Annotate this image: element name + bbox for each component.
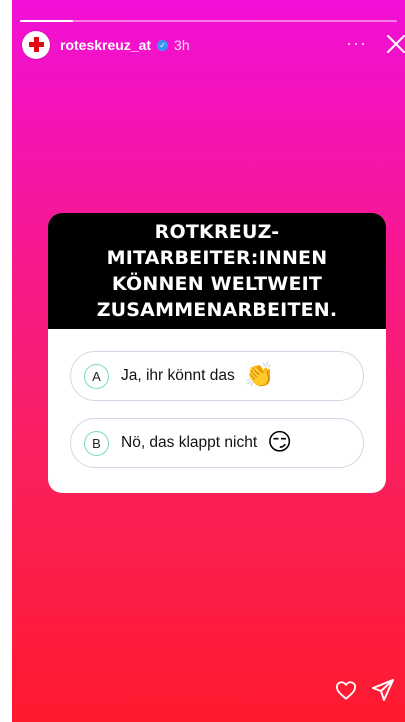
heart-icon[interactable]	[335, 680, 357, 705]
option-letter-badge: B	[84, 430, 109, 456]
red-cross-logo-bar	[28, 42, 44, 47]
username[interactable]: roteskreuz_at	[60, 37, 151, 53]
send-icon[interactable]	[371, 678, 395, 707]
close-icon[interactable]	[385, 30, 405, 56]
option-label: Nö, das klappt nicht	[121, 434, 258, 451]
quiz-option-a[interactable]: A Ja, ihr könnt das 👏	[70, 351, 364, 401]
option-label: Ja, ihr könnt das	[121, 367, 235, 384]
smirking-face-emoji: 😏	[267, 429, 293, 456]
clapping-hands-emoji: 👏	[244, 362, 275, 389]
story-viewer[interactable]: roteskreuz_at ✓ 3h ··· ROTKREUZ-MITARBEI…	[12, 0, 405, 722]
verified-badge-icon: ✓	[157, 39, 169, 51]
avatar[interactable]	[22, 31, 50, 59]
story-progress-fill	[20, 20, 73, 22]
story-actions	[315, 662, 405, 722]
quiz-sticker: ROTKREUZ-MITARBEITER:INNEN KÖNNEN WELTWE…	[48, 213, 386, 493]
quiz-option-b[interactable]: B Nö, das klappt nicht 😏	[70, 418, 364, 468]
quiz-options: A Ja, ihr könnt das 👏 B Nö, das klappt n…	[48, 329, 386, 468]
quiz-question: ROTKREUZ-MITARBEITER:INNEN KÖNNEN WELTWE…	[48, 213, 386, 329]
story-progress-bar	[20, 20, 397, 22]
post-time: 3h	[174, 37, 190, 53]
story-header: roteskreuz_at ✓ 3h ···	[22, 30, 405, 60]
option-letter-badge: A	[84, 363, 109, 389]
more-options-icon[interactable]: ···	[346, 34, 367, 52]
